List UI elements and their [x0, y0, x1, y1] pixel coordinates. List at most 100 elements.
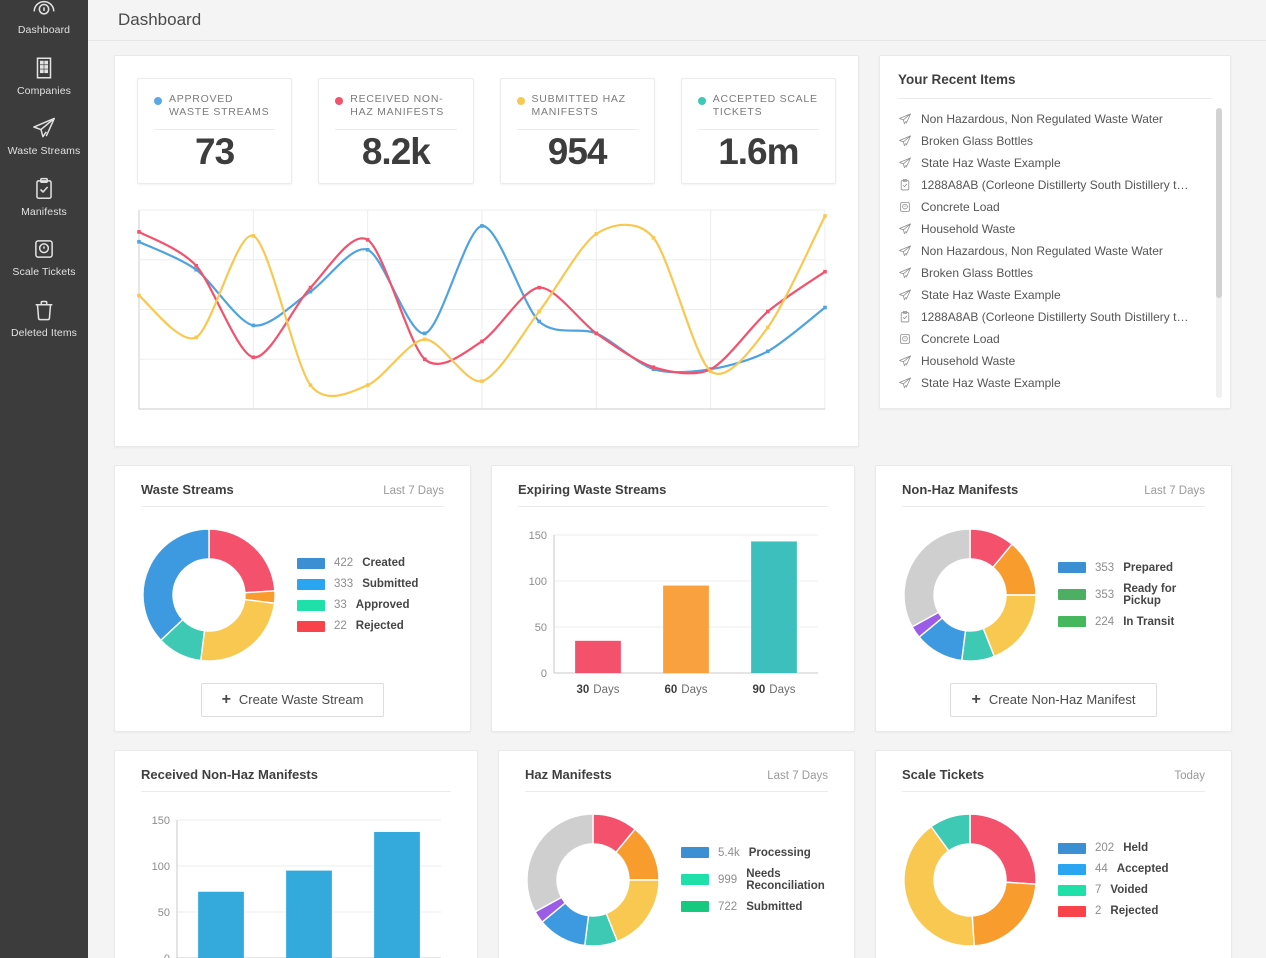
scale-icon	[898, 332, 912, 346]
legend-value: 202	[1095, 842, 1115, 855]
legend-item: 353 Ready for Pickup	[1058, 583, 1211, 607]
sidebar-item-label: Dashboard	[17, 24, 71, 36]
legend-value: 353	[1095, 561, 1115, 574]
received-non-haz-card: Received Non-Haz Manifests 05010015030Da…	[114, 749, 478, 958]
kpi-header: RECEIVED NON-HAZ MANIFESTS	[335, 93, 456, 120]
legend-item: 44 Accepted	[1058, 863, 1169, 875]
list-item[interactable]: Broken Glass Bottles	[898, 262, 1230, 284]
legend-item: 5.4k Processing	[681, 847, 834, 859]
list-item-label: Concrete Load	[921, 200, 1000, 214]
list-item[interactable]: 1288A8AB (Corleone Distillerty South Dis…	[898, 306, 1230, 328]
paper-plane-icon	[898, 376, 912, 390]
legend-label: Needs Reconciliation	[746, 867, 825, 892]
legend-value: 353	[1095, 588, 1115, 601]
list-item-label: 1288A8AB (Corleone Distillerty South Dis…	[921, 310, 1191, 324]
create-non-haz-manifest-button[interactable]: + Create Non-Haz Manifest	[950, 682, 1157, 717]
list-item[interactable]: Broken Glass Bottles	[898, 130, 1230, 152]
card-period: Last 7 Days	[767, 769, 828, 782]
scale-donut-area: 202 Held 44 Accepted 7 Voided 2 Rejected	[896, 792, 1211, 954]
list-item[interactable]: 1288A8AB (Corleone Distillerty South Dis…	[898, 174, 1230, 196]
sidebar-item-manifests[interactable]: Manifests	[0, 168, 88, 229]
list-item[interactable]: Household Waste	[898, 218, 1230, 240]
kpi-label: ACCEPTED SCALE TICKETS	[712, 93, 818, 119]
overview-card: APPROVED WASTE STREAMS 73 RECEIVED NON-HAZ…	[114, 55, 859, 447]
legend-label: Ready for Pickup	[1123, 582, 1177, 607]
kpi-row: APPROVED WASTE STREAMS 73 RECEIVED NON-HAZ…	[115, 78, 858, 184]
page-title: Dashboard	[118, 10, 202, 29]
legend-swatch	[681, 847, 709, 859]
kpi-value: 73	[195, 130, 235, 172]
legend-swatch	[1058, 562, 1086, 574]
card-title: Non-Haz Manifests	[902, 481, 1019, 497]
scrollbar-thumb[interactable]	[1216, 108, 1222, 298]
list-item[interactable]: Non Hazardous, Non Regulated Waste Water	[898, 108, 1230, 130]
status-dot-icon	[697, 97, 706, 105]
legend-swatch	[1058, 863, 1086, 875]
sidebar-item-dashboard[interactable]: Dashboard	[0, 0, 88, 47]
sidebar-item-deleted-items[interactable]: Deleted Items	[0, 289, 88, 350]
svg-text:50: 50	[535, 622, 547, 634]
recent-items-card: Your Recent Items Non Hazardous, Non Reg…	[879, 55, 1231, 409]
kpi-card[interactable]: SUBMITTED HAZ MANIFESTS 954	[499, 78, 655, 184]
building-icon	[31, 55, 57, 81]
scale-tickets-donut	[903, 812, 1037, 947]
legend-swatch	[297, 557, 325, 569]
legend-item: 722 Submitted	[681, 901, 834, 913]
list-item[interactable]: Household Waste	[898, 350, 1230, 372]
legend-value: 22	[334, 620, 347, 633]
expiring-waste-streams-card: Expiring Waste Streams 0 50 100 150 30 Days 60…	[491, 464, 855, 732]
legend-label: Rejected	[355, 620, 404, 633]
card-title: Scale Tickets	[902, 766, 985, 782]
received-bar-chart: 05010015030Days60Days90Days	[152, 815, 441, 958]
paper-plane-icon	[898, 156, 912, 170]
kpi-card[interactable]: RECEIVED NON-HAZ MANIFESTS 8.2k	[318, 78, 474, 184]
waste-streams-donut	[142, 527, 276, 662]
recent-items-scrollbar[interactable]	[1216, 108, 1222, 398]
legend-value: 5.4k	[718, 846, 740, 859]
svg-text:30Days: 30 Days	[577, 684, 620, 696]
list-item[interactable]: State Haz Waste Example	[898, 284, 1230, 306]
list-item-label: State Haz Waste Example	[921, 288, 1061, 302]
legend-swatch	[1058, 842, 1086, 854]
card-title: Received Non-Haz Manifests	[141, 766, 318, 782]
list-item[interactable]: Concrete Load	[898, 328, 1230, 350]
card-title: Haz Manifests	[525, 766, 612, 782]
legend-item: 202 Held	[1058, 842, 1169, 854]
list-item-label: Concrete Load	[921, 332, 1000, 346]
create-waste-stream-button[interactable]: + Create Waste Stream	[200, 682, 385, 717]
kpi-label: RECEIVED NON-HAZ MANIFESTS	[350, 93, 445, 119]
sidebar: Dashboard Companies Waste Streams Manifests…	[0, 0, 88, 958]
legend-label: Approved	[355, 599, 410, 612]
legend-value: 722	[718, 900, 738, 913]
card-header: Haz Manifests Last 7 Days	[519, 767, 834, 782]
svg-text:50: 50	[158, 907, 170, 919]
legend-swatch	[1058, 884, 1086, 896]
list-item[interactable]: State Haz Waste Example	[898, 372, 1230, 394]
paper-plane-icon	[898, 288, 912, 302]
card-header: Waste Streams Last 7 Days	[135, 482, 450, 497]
legend-item: 224 In Transit	[1058, 616, 1211, 628]
legend-label: In Transit	[1123, 615, 1175, 628]
clipboard-check-icon	[898, 178, 912, 192]
cta-label: Create Waste Stream	[238, 692, 364, 708]
kpi-card[interactable]: APPROVED WASTE STREAMS 73	[137, 78, 293, 184]
legend-value: 33	[334, 599, 347, 612]
legend-item: 33 Approved	[297, 599, 418, 611]
list-item-label: State Haz Waste Example	[921, 376, 1061, 390]
sidebar-item-companies[interactable]: Companies	[0, 47, 88, 108]
list-item[interactable]: Concrete Load	[898, 196, 1230, 218]
legend-label: Voided	[1110, 884, 1148, 897]
paper-plane-icon	[898, 112, 912, 126]
sidebar-item-scale-tickets[interactable]: Scale Tickets	[0, 228, 88, 289]
sidebar-item-waste-streams[interactable]: Waste Streams	[0, 107, 88, 168]
dashboard-content: APPROVED WASTE STREAMS 73 RECEIVED NON-HAZ…	[88, 41, 1266, 958]
list-item[interactable]: Non Hazardous, Non Regulated Waste Water	[898, 240, 1230, 262]
divider	[154, 128, 276, 130]
kpi-value: 954	[547, 130, 608, 172]
list-item[interactable]: State Haz Waste Example	[898, 152, 1230, 174]
haz-donut-area: 5.4k Processing 999 Needs Reconciliation 722…	[519, 792, 834, 954]
sidebar-item-label: Deleted Items	[10, 326, 78, 339]
kpi-value: 8.2k	[361, 130, 431, 172]
kpi-card[interactable]: ACCEPTED SCALE TICKETS 1.6m	[680, 78, 836, 184]
legend-label: Rejected	[1110, 905, 1159, 918]
